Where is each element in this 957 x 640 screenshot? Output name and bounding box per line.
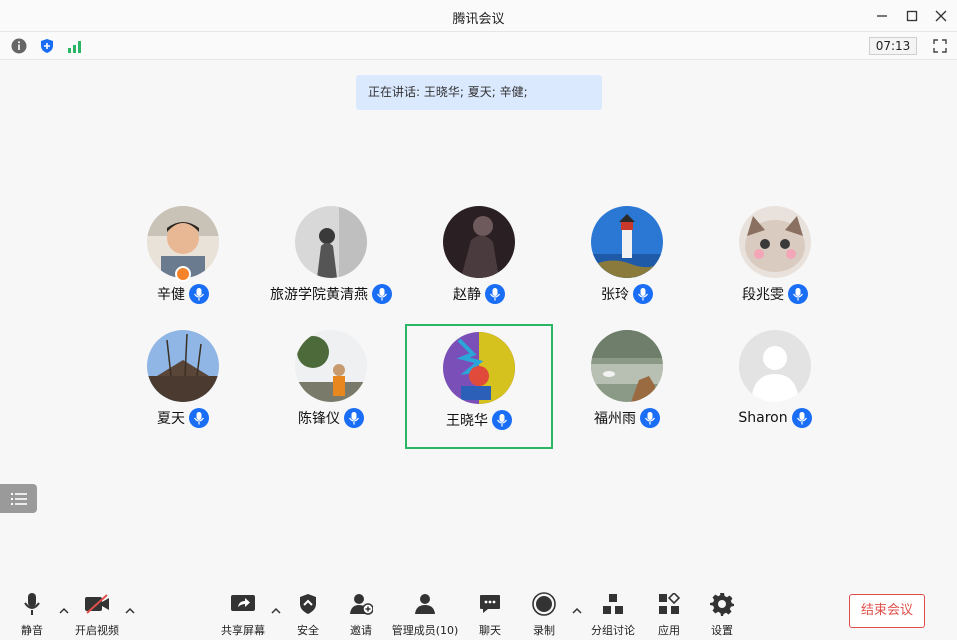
participant-tile[interactable]: 陈锋仪 bbox=[257, 322, 405, 446]
maximize-icon bbox=[906, 10, 918, 22]
share-options-chevron-icon[interactable] bbox=[270, 606, 282, 616]
participant-tile-active-speaker[interactable]: 王晓华 bbox=[405, 324, 553, 449]
avatar bbox=[739, 330, 811, 402]
participant-tile[interactable]: 福州雨 bbox=[553, 322, 701, 446]
participant-tile[interactable]: 辛健 bbox=[109, 198, 257, 322]
info-icon bbox=[11, 38, 27, 54]
participant-name: 陈锋仪 bbox=[298, 411, 340, 427]
mic-icon bbox=[791, 408, 812, 428]
mute-options-chevron-icon[interactable] bbox=[58, 606, 70, 616]
window-title: 腾讯会议 bbox=[452, 12, 505, 27]
participant-name: 夏天 bbox=[157, 411, 185, 427]
avatar bbox=[443, 206, 515, 278]
close-button[interactable] bbox=[930, 5, 952, 27]
avatar bbox=[591, 330, 663, 402]
end-meeting-button[interactable]: 结束会议 bbox=[849, 594, 925, 628]
manage-members-button[interactable]: 管理成员(10) bbox=[390, 592, 460, 638]
participant-tile[interactable]: 张玲 bbox=[553, 198, 701, 322]
participant-tile[interactable]: 赵静 bbox=[405, 198, 553, 322]
mic-icon bbox=[372, 284, 392, 304]
settings-button[interactable]: 设置 bbox=[704, 592, 740, 638]
host-badge bbox=[175, 266, 191, 282]
signal-bars-icon bbox=[68, 41, 81, 53]
avatar bbox=[295, 206, 367, 278]
avatar bbox=[443, 332, 515, 404]
share-screen-icon bbox=[231, 595, 255, 611]
mic-icon bbox=[492, 410, 512, 430]
participant-tile[interactable]: 段兆雯 bbox=[701, 198, 849, 322]
invite-button[interactable]: 邀请 bbox=[343, 592, 379, 638]
security-button[interactable]: 安全 bbox=[290, 592, 326, 638]
participant-name: 王晓华 bbox=[446, 413, 488, 429]
share-screen-button[interactable]: 共享屏幕 bbox=[218, 592, 268, 638]
chat-button[interactable]: 聊天 bbox=[472, 592, 508, 638]
participant-name: Sharon bbox=[738, 410, 788, 426]
participant-name: 旅游学院黄清燕 bbox=[270, 287, 368, 303]
participant-tile[interactable]: Sharon bbox=[701, 322, 849, 446]
participant-list-toggle[interactable] bbox=[0, 484, 37, 513]
mic-icon bbox=[344, 408, 364, 428]
security-status-button[interactable] bbox=[38, 37, 56, 55]
breakout-icon bbox=[603, 594, 623, 614]
meeting-toolbar: 静音 开启视频 共享屏幕 安全 邀请 管理成员(10) 聊天 录制 分组讨论 应… bbox=[0, 580, 957, 640]
shield-icon bbox=[300, 594, 316, 614]
start-video-button[interactable]: 开启视频 bbox=[72, 592, 122, 638]
record-icon bbox=[532, 592, 556, 616]
participant-name: 赵静 bbox=[453, 287, 481, 303]
minimize-icon bbox=[877, 15, 887, 17]
participant-tile[interactable]: 夏天 bbox=[109, 322, 257, 446]
mic-icon bbox=[788, 284, 808, 304]
participant-name: 张玲 bbox=[601, 287, 629, 303]
participant-name: 辛健 bbox=[157, 287, 185, 303]
meeting-timer: 07:13 bbox=[869, 37, 917, 55]
record-button[interactable]: 录制 bbox=[526, 592, 562, 638]
gear-icon bbox=[710, 593, 734, 616]
mic-icon bbox=[640, 408, 660, 428]
meeting-info-bar: 07:13 bbox=[0, 32, 957, 60]
members-icon bbox=[415, 594, 435, 614]
record-options-chevron-icon[interactable] bbox=[571, 606, 583, 616]
avatar bbox=[147, 330, 219, 402]
add-user-icon bbox=[350, 594, 373, 615]
list-icon bbox=[10, 492, 27, 505]
mic-icon bbox=[485, 284, 505, 304]
speaking-indicator: 正在讲话: 王晓华; 夏天; 辛健; bbox=[356, 75, 602, 110]
video-off-icon bbox=[85, 594, 109, 614]
mic-icon bbox=[189, 284, 209, 304]
microphone-icon bbox=[24, 593, 40, 615]
video-options-chevron-icon[interactable] bbox=[124, 606, 136, 616]
avatar bbox=[295, 330, 367, 402]
participant-name: 段兆雯 bbox=[742, 287, 784, 303]
maximize-button[interactable] bbox=[901, 5, 923, 27]
network-status-button[interactable] bbox=[66, 37, 84, 55]
apps-icon bbox=[659, 593, 680, 614]
apps-button[interactable]: 应用 bbox=[651, 592, 687, 638]
fullscreen-icon bbox=[933, 39, 947, 53]
default-user-icon bbox=[739, 330, 811, 402]
close-icon bbox=[935, 10, 947, 22]
mute-button[interactable]: 静音 bbox=[12, 592, 52, 638]
breakout-rooms-button[interactable]: 分组讨论 bbox=[588, 592, 638, 638]
fullscreen-button[interactable] bbox=[931, 37, 949, 55]
avatar bbox=[739, 206, 811, 278]
participant-name: 福州雨 bbox=[594, 411, 636, 427]
shield-icon bbox=[41, 39, 53, 53]
title-bar: 腾讯会议 bbox=[0, 0, 957, 32]
minimize-button[interactable] bbox=[871, 5, 893, 27]
info-button[interactable] bbox=[10, 37, 28, 55]
avatar bbox=[591, 206, 663, 278]
chat-icon bbox=[480, 595, 500, 613]
mic-icon bbox=[189, 408, 209, 428]
participant-tile[interactable]: 旅游学院黄清燕 bbox=[257, 198, 405, 322]
mic-icon bbox=[633, 284, 653, 304]
